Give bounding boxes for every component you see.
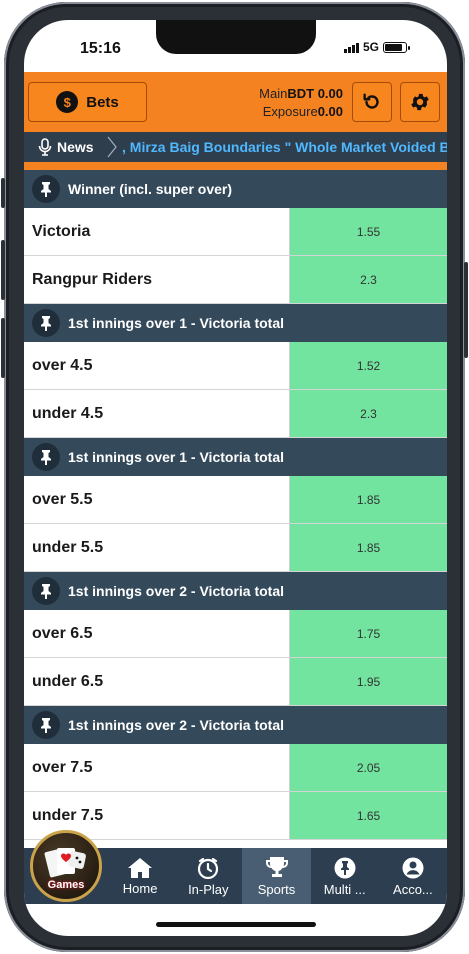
section-title: 1st innings over 1 - Victoria total [68,449,285,465]
phone-power-button [464,262,468,358]
multi-market-icon [334,857,356,878]
section-header[interactable]: Winner (incl. super over) [24,170,447,208]
nav-home-label: Home [122,880,158,896]
nav-inplay-label: In-Play [188,881,229,897]
main-balance-label: Main [259,86,288,101]
runner-name: under 6.5 [24,658,290,705]
home-indicator [156,922,316,927]
odds-cell[interactable]: 2.3 [290,390,447,437]
gear-icon [411,93,429,111]
coin-icon: $ [56,91,79,113]
status-time: 15:16 [80,40,121,57]
market-row: Victoria 1.55 [24,208,447,256]
balance-info: MainBDT 0.00 Exposure0.00 [259,85,343,121]
market-row: over 7.5 2.05 [24,744,447,792]
nav-inplay[interactable]: In-Play [174,848,242,904]
market-list: Winner (incl. super over) Victoria 1.55 … [24,170,447,840]
market-row: under 7.5 1.65 [24,792,447,840]
runner-name: under 5.5 [24,524,290,571]
signal-icon [343,42,359,53]
section-header[interactable]: 1st innings over 1 - Victoria total [24,304,447,342]
odds-cell[interactable]: 1.85 [290,476,447,523]
home-icon [128,857,153,878]
stopwatch-icon [198,857,219,879]
games-label: Games [47,879,85,891]
market-row: under 4.5 2.3 [24,390,447,438]
runner-name: over 6.5 [24,610,290,657]
runner-name: over 4.5 [24,342,290,389]
header-accent-strip [24,162,447,170]
odds-cell[interactable]: 1.65 [290,792,447,839]
battery-icon [383,41,410,53]
games-button[interactable]: Games [30,830,102,902]
pin-icon[interactable] [32,443,60,471]
news-ticker-text: , Mirza Baig Boundaries " Whole Market V… [122,139,447,155]
runner-name: under 4.5 [24,390,290,437]
nav-multi[interactable]: Multi ... [311,848,379,904]
section-title: Winner (incl. super over) [68,181,233,197]
section-header[interactable]: 1st innings over 2 - Victoria total [24,572,447,610]
phone-volume-up [1,240,5,300]
odds-cell[interactable]: 1.85 [290,524,447,571]
news-label: News [57,139,94,155]
microphone-icon [38,138,52,156]
nav-multi-label: Multi ... [323,881,366,897]
nav-sports[interactable]: Sports [242,848,311,904]
exposure-label: Exposure [262,104,318,119]
account-icon [402,857,424,878]
refresh-button[interactable] [352,82,392,122]
runner-name: Victoria [24,208,290,255]
nav-home[interactable]: Home [106,848,174,904]
section-title: 1st innings over 2 - Victoria total [68,583,285,599]
nav-account-label: Acco... [393,881,433,897]
pin-icon[interactable] [32,309,60,337]
screen: 15:16 5G $ Bets MainBDT 0.00 Exposure0.0… [24,20,447,936]
market-row: Rangpur Riders 2.3 [24,256,447,304]
market-row: under 5.5 1.85 [24,524,447,572]
news-ticker[interactable]: News , Mirza Baig Boundaries " Whole Mar… [24,132,447,162]
pin-icon[interactable] [32,577,60,605]
phone-notch [156,20,316,54]
trophy-icon [265,856,288,877]
bets-button[interactable]: $ Bets [28,82,147,122]
runner-name: over 5.5 [24,476,290,523]
main-balance-value: BDT 0.00 [287,86,343,101]
market-row: over 4.5 1.52 [24,342,447,390]
market-row: over 5.5 1.85 [24,476,447,524]
section-title: 1st innings over 2 - Victoria total [68,717,285,733]
nav-account[interactable]: Acco... [379,848,447,904]
odds-cell[interactable]: 2.3 [290,256,447,303]
chevron-separator-icon [107,136,117,158]
odds-cell[interactable]: 1.52 [290,342,447,389]
odds-cell[interactable]: 1.95 [290,658,447,705]
main-balance: MainBDT 0.00 [259,85,343,103]
exposure-value: 0.00 [317,104,343,119]
refresh-icon [363,93,379,109]
runner-name: over 7.5 [24,744,290,791]
market-row: under 6.5 1.95 [24,658,447,706]
network-label: 5G [362,40,379,54]
news-label-group: News [38,132,94,162]
exposure: Exposure0.00 [259,103,343,121]
market-row: over 6.5 1.75 [24,610,447,658]
bets-label: Bets [86,93,119,111]
phone-side-button [1,178,5,208]
section-title: 1st innings over 1 - Victoria total [68,315,285,331]
odds-cell[interactable]: 1.75 [290,610,447,657]
status-indicators: 5G [343,40,410,54]
app-header: $ Bets MainBDT 0.00 Exposure0.00 [24,72,447,132]
runner-name: Rangpur Riders [24,256,290,303]
pin-icon[interactable] [32,175,60,203]
phone-volume-down [1,318,5,378]
odds-cell[interactable]: 2.05 [290,744,447,791]
pin-icon[interactable] [32,711,60,739]
section-header[interactable]: 1st innings over 2 - Victoria total [24,706,447,744]
nav-sports-label: Sports [257,881,296,897]
settings-button[interactable] [400,82,440,122]
section-header[interactable]: 1st innings over 1 - Victoria total [24,438,447,476]
odds-cell[interactable]: 1.55 [290,208,447,255]
